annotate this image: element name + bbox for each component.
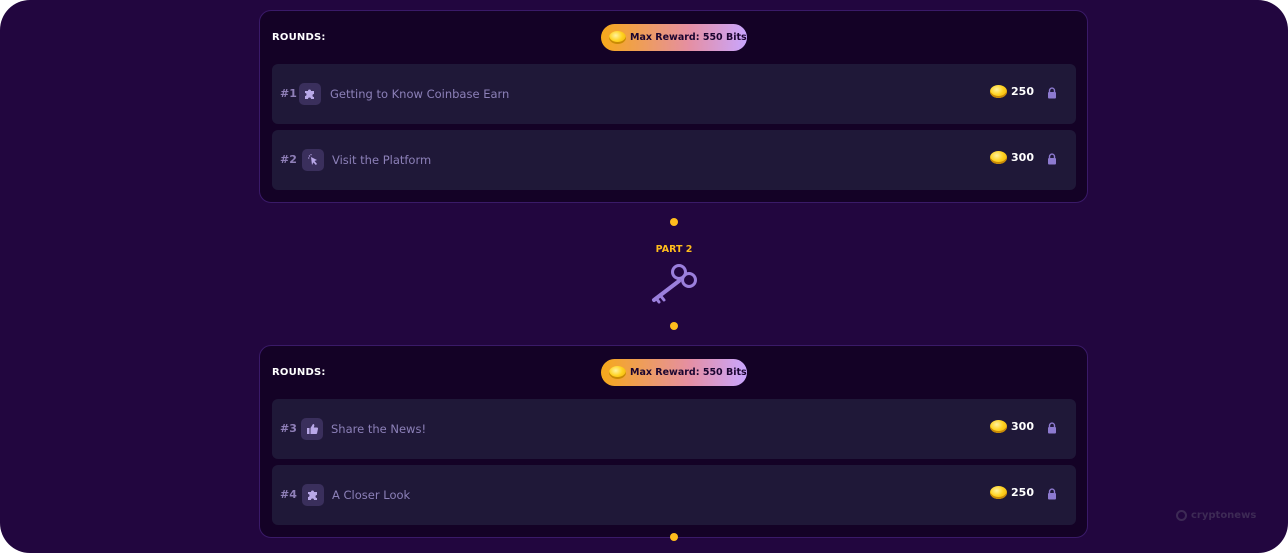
quest-page: ROUNDS: Max Reward: 550 Bits #1 Getting … (0, 0, 1288, 553)
round-points: 300 (1011, 420, 1034, 433)
coin-icon (609, 366, 626, 379)
rounds-label: ROUNDS: (272, 32, 326, 43)
puzzle-icon (299, 83, 321, 105)
round-title: Visit the Platform (332, 153, 432, 167)
rounds-panel-part-2: ROUNDS: Max Reward: 550 Bits #3 Share th… (259, 345, 1088, 538)
round-row-4[interactable]: #4 A Closer Look 250 (272, 465, 1076, 525)
watermark: cryptonews (1176, 510, 1256, 521)
cryptonews-logo-icon (1176, 510, 1187, 521)
max-reward-badge: Max Reward: 550 Bits (601, 24, 747, 51)
round-points: 250 (1011, 486, 1034, 499)
part-label: PART 2 (655, 244, 693, 255)
cursor-click-icon (302, 149, 324, 171)
round-number: #1 (280, 87, 297, 100)
round-title: A Closer Look (332, 488, 411, 502)
round-points: 250 (1011, 85, 1034, 98)
progress-dot (670, 322, 678, 330)
max-reward-badge: Max Reward: 550 Bits (601, 359, 747, 386)
round-reward: 250 (990, 486, 1034, 499)
round-title: Getting to Know Coinbase Earn (330, 87, 510, 101)
round-row-3[interactable]: #3 Share the News! 300 (272, 399, 1076, 459)
lock-icon (1048, 488, 1056, 500)
coin-icon (609, 31, 626, 44)
lock-icon (1048, 422, 1056, 434)
puzzle-icon (302, 484, 324, 506)
coin-icon (990, 85, 1008, 98)
rounds-label: ROUNDS: (272, 367, 326, 378)
watermark-text: cryptonews (1191, 510, 1257, 521)
round-reward: 250 (990, 85, 1034, 98)
rounds-panel-part-1: ROUNDS: Max Reward: 550 Bits #1 Getting … (259, 10, 1088, 203)
coin-icon (990, 420, 1008, 433)
round-row-2[interactable]: #2 Visit the Platform 300 (272, 130, 1076, 190)
round-number: #2 (280, 153, 297, 166)
round-reward: 300 (990, 420, 1034, 433)
key-icon (652, 264, 697, 304)
coin-icon (990, 151, 1008, 164)
progress-dot (670, 218, 678, 226)
thumbs-up-icon (301, 418, 323, 440)
round-number: #3 (280, 422, 297, 435)
max-reward-text: Max Reward: 550 Bits (630, 32, 747, 43)
max-reward-text: Max Reward: 550 Bits (630, 367, 747, 378)
lock-icon (1048, 87, 1056, 99)
coin-icon (990, 486, 1008, 499)
round-title: Share the News! (331, 422, 427, 436)
round-row-1[interactable]: #1 Getting to Know Coinbase Earn 250 (272, 64, 1076, 124)
progress-dot (670, 533, 678, 541)
lock-icon (1048, 153, 1056, 165)
round-number: #4 (280, 488, 297, 501)
round-reward: 300 (990, 151, 1034, 164)
round-points: 300 (1011, 151, 1034, 164)
